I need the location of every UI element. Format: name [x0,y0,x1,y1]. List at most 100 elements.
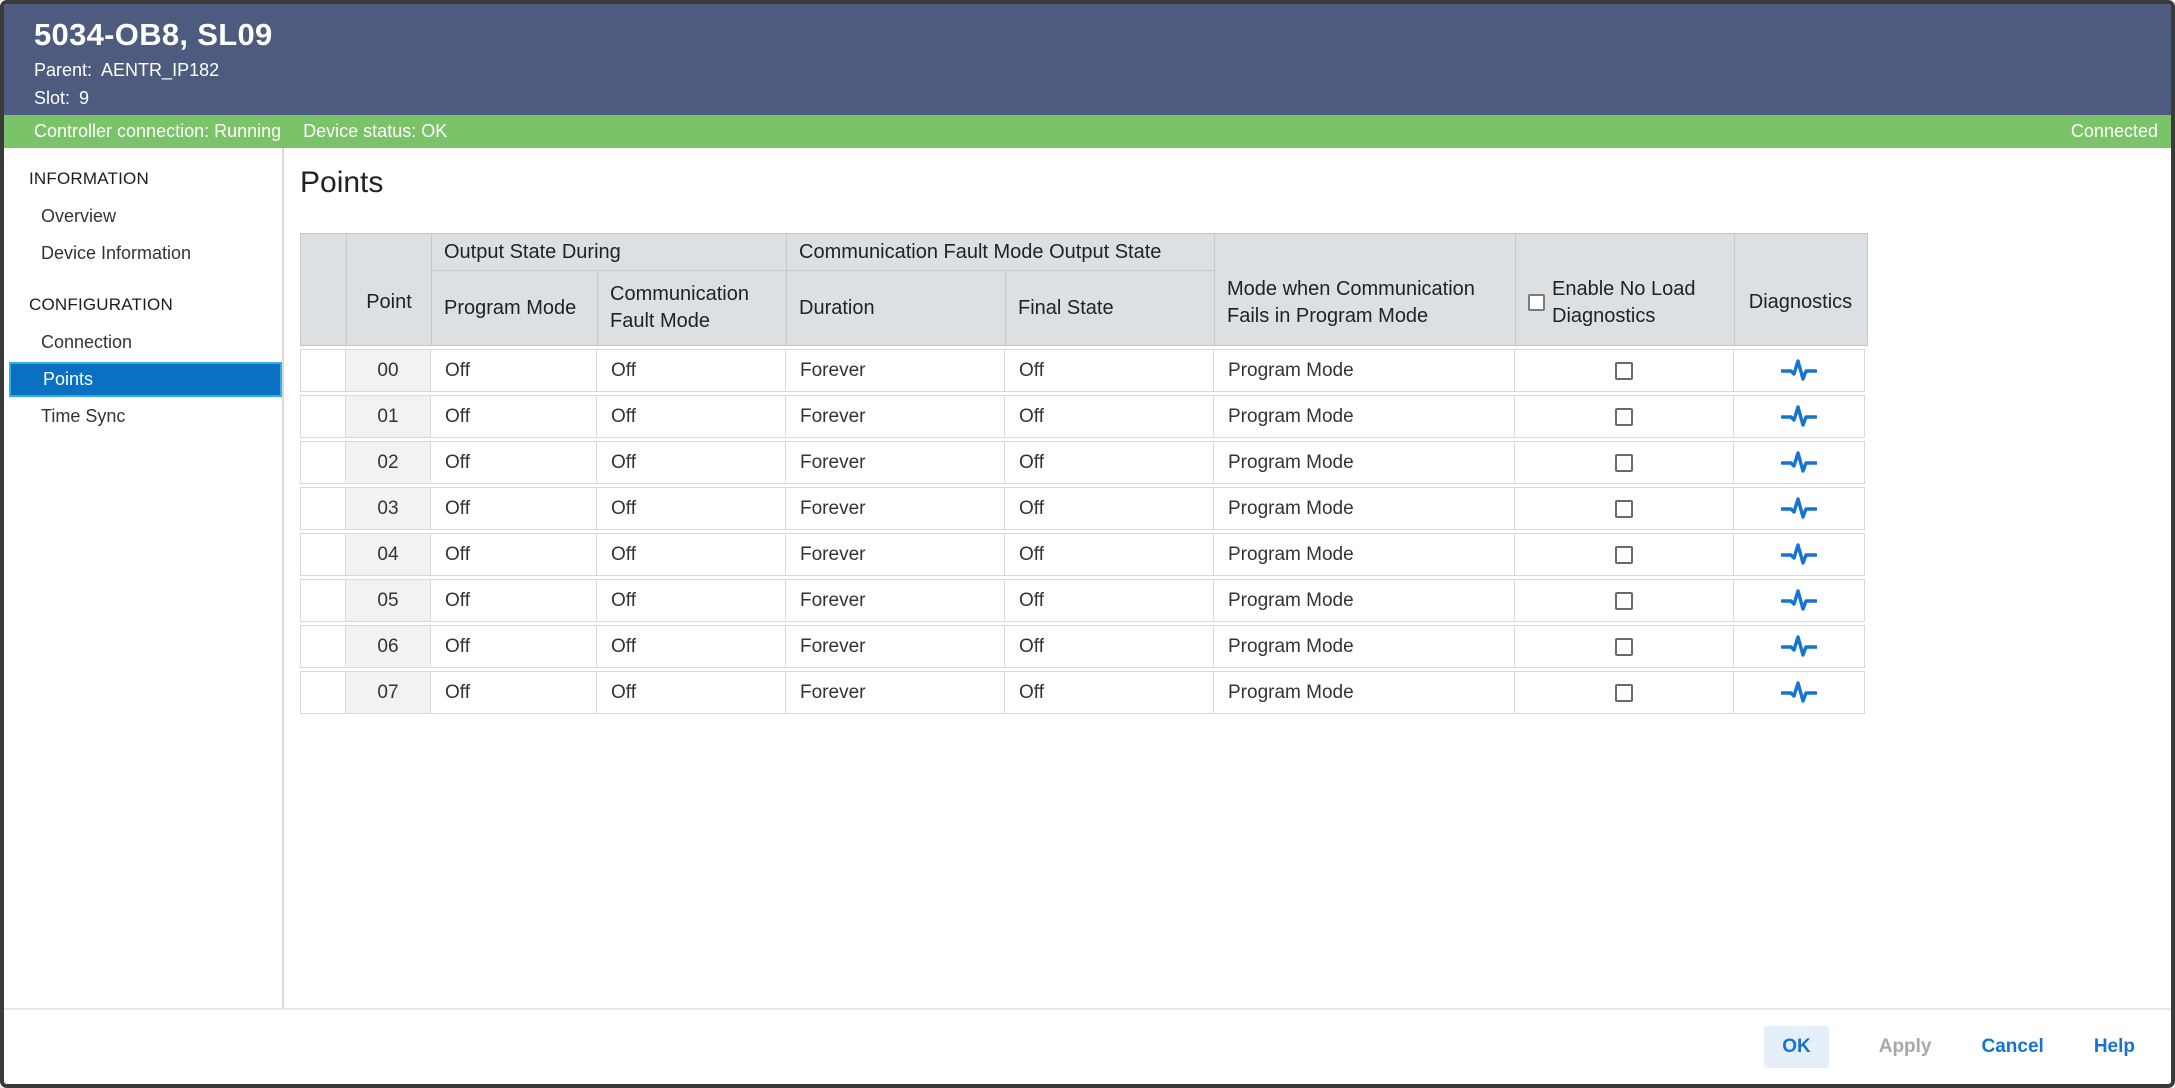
mode-when-comm-fails-cell[interactable]: Program Mode [1213,441,1514,484]
comm-fault-mode-cell[interactable]: Off [596,625,785,668]
duration-cell[interactable]: Forever [785,579,1004,622]
table-row: 01 Off Off Forever Off Program Mode [300,395,1868,438]
table-row: 04 Off Off Forever Off Program Mode [300,533,1868,576]
header-mode-when-comm-fails: Mode when Communication Fails in Program… [1214,234,1515,345]
duration-cell[interactable]: Forever [785,441,1004,484]
row-selector-cell[interactable] [300,349,345,392]
program-mode-cell[interactable]: Off [430,349,596,392]
apply-button[interactable]: Apply [1879,1036,1932,1058]
enable-no-load-all-checkbox[interactable] [1528,294,1545,311]
row-selector-cell[interactable] [300,395,345,438]
enable-no-load-checkbox[interactable] [1615,684,1633,702]
comm-fault-mode-cell[interactable]: Off [596,533,785,576]
program-mode-cell[interactable]: Off [430,395,596,438]
program-mode-cell[interactable]: Off [430,533,596,576]
final-state-cell[interactable]: Off [1004,533,1213,576]
enable-no-load-cell [1514,625,1733,668]
row-selector-cell[interactable] [300,579,345,622]
parent-label: Parent: [34,60,92,80]
sidebar-item-connection[interactable]: Connection [4,324,282,361]
comm-fault-mode-cell[interactable]: Off [596,349,785,392]
final-state-cell[interactable]: Off [1004,395,1213,438]
status-bar: Controller connection: Running Device st… [4,115,2171,148]
main-content: Points Point Output State During Program… [284,148,2171,1008]
header-point: Point [346,234,431,345]
diagnostics-cell [1733,395,1865,438]
enable-no-load-checkbox[interactable] [1615,638,1633,656]
comm-fault-mode-cell[interactable]: Off [596,487,785,530]
sidebar-section-label: CONFIGURATION [4,286,282,324]
help-button[interactable]: Help [2094,1036,2135,1058]
mode-when-comm-fails-cell[interactable]: Program Mode [1213,349,1514,392]
comm-fault-mode-cell[interactable]: Off [596,671,785,714]
duration-cell[interactable]: Forever [785,349,1004,392]
program-mode-cell[interactable]: Off [430,625,596,668]
footer-bar: OK Apply Cancel Help [4,1008,2171,1084]
diagnostics-icon[interactable] [1781,449,1817,476]
duration-cell[interactable]: Forever [785,395,1004,438]
diagnostics-icon[interactable] [1781,357,1817,384]
mode-when-comm-fails-cell[interactable]: Program Mode [1213,579,1514,622]
window-header: 5034-OB8, SL09 Parent:AENTR_IP182 Slot:9 [4,4,2171,115]
comm-fault-mode-cell[interactable]: Off [596,579,785,622]
slot-line: Slot:9 [34,88,2171,109]
ok-button[interactable]: OK [1764,1026,1829,1068]
diagnostics-icon[interactable] [1781,403,1817,430]
comm-fault-mode-cell[interactable]: Off [596,395,785,438]
sidebar-item-time-sync[interactable]: Time Sync [4,398,282,435]
mode-when-comm-fails-cell[interactable]: Program Mode [1213,625,1514,668]
mode-when-comm-fails-cell[interactable]: Program Mode [1213,533,1514,576]
enable-no-load-checkbox[interactable] [1615,546,1633,564]
table-row: 00 Off Off Forever Off Program Mode [300,349,1868,392]
duration-cell[interactable]: Forever [785,625,1004,668]
enable-no-load-checkbox[interactable] [1615,454,1633,472]
diagnostics-icon[interactable] [1781,633,1817,660]
enable-no-load-cell [1514,441,1733,484]
comm-fault-mode-cell[interactable]: Off [596,441,785,484]
program-mode-cell[interactable]: Off [430,487,596,530]
final-state-cell[interactable]: Off [1004,579,1213,622]
mode-when-comm-fails-cell[interactable]: Program Mode [1213,487,1514,530]
device-status: Device status: OK [303,121,447,142]
enable-no-load-cell [1514,395,1733,438]
row-selector-cell[interactable] [300,671,345,714]
enable-no-load-checkbox[interactable] [1615,408,1633,426]
point-cell: 06 [345,625,430,668]
header-final-state: Final State [1005,271,1214,345]
enable-no-load-checkbox[interactable] [1615,592,1633,610]
program-mode-cell[interactable]: Off [430,579,596,622]
device-title: 5034-OB8, SL09 [34,17,2171,53]
row-selector-cell[interactable] [300,441,345,484]
cancel-button[interactable]: Cancel [1982,1036,2044,1058]
sidebar-item-device-information[interactable]: Device Information [4,235,282,272]
enable-no-load-checkbox[interactable] [1615,362,1633,380]
row-selector-cell[interactable] [300,487,345,530]
mode-when-comm-fails-cell[interactable]: Program Mode [1213,395,1514,438]
duration-cell[interactable]: Forever [785,487,1004,530]
connection-state: Connected [2071,121,2158,142]
final-state-cell[interactable]: Off [1004,671,1213,714]
final-state-cell[interactable]: Off [1004,487,1213,530]
diagnostics-icon[interactable] [1781,587,1817,614]
sidebar-item-overview[interactable]: Overview [4,198,282,235]
row-selector-cell[interactable] [300,625,345,668]
final-state-cell[interactable]: Off [1004,441,1213,484]
mode-when-comm-fails-cell[interactable]: Program Mode [1213,671,1514,714]
row-selector-cell[interactable] [300,533,345,576]
program-mode-cell[interactable]: Off [430,671,596,714]
duration-cell[interactable]: Forever [785,671,1004,714]
diagnostics-cell [1733,487,1865,530]
sidebar-item-points[interactable]: Points [9,362,282,397]
program-mode-cell[interactable]: Off [430,441,596,484]
duration-cell[interactable]: Forever [785,533,1004,576]
final-state-cell[interactable]: Off [1004,349,1213,392]
sidebar-nav: INFORMATIONOverviewDevice InformationCON… [4,148,284,1008]
enable-no-load-label: Enable No Load Diagnostics [1552,276,1734,330]
table-row: 07 Off Off Forever Off Program Mode [300,671,1868,714]
diagnostics-icon[interactable] [1781,495,1817,522]
diagnostics-icon[interactable] [1781,679,1817,706]
final-state-cell[interactable]: Off [1004,625,1213,668]
diagnostics-icon[interactable] [1781,541,1817,568]
enable-no-load-checkbox[interactable] [1615,500,1633,518]
parent-line: Parent:AENTR_IP182 [34,60,2171,81]
